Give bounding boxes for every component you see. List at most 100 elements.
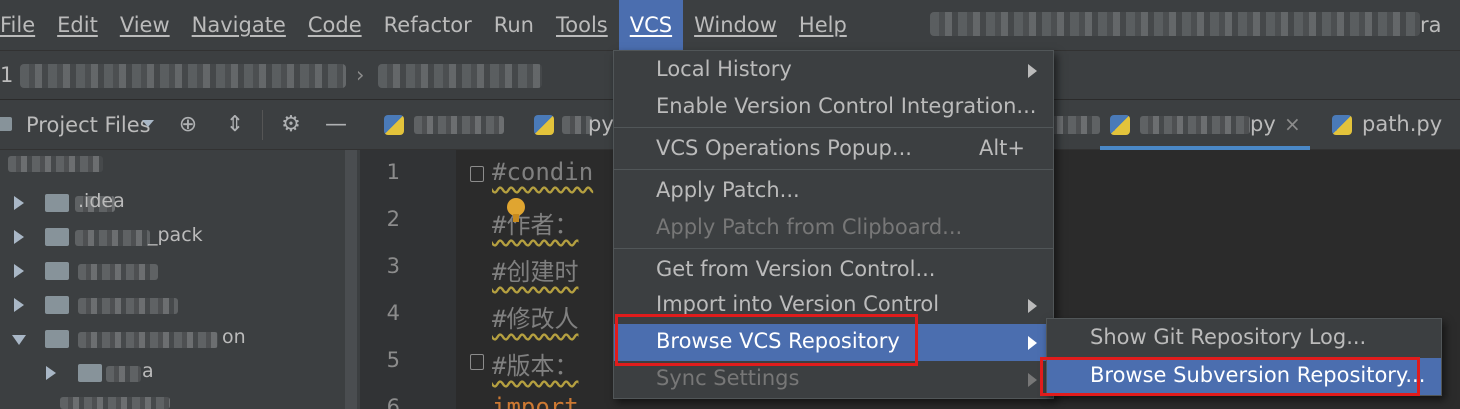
code-line[interactable]: import <box>492 393 579 409</box>
submenu-arrow-icon <box>1028 299 1037 313</box>
menu-navigate[interactable]: Navigate <box>181 0 297 50</box>
menu-item-shortcut: Alt+ <box>978 136 1025 160</box>
editor-tab[interactable]: path.py <box>1320 100 1460 150</box>
editor-tab[interactable] <box>380 100 520 150</box>
line-number: 1 <box>386 160 400 184</box>
tree-root-blurred[interactable] <box>8 156 103 172</box>
fold-icon[interactable] <box>470 354 484 370</box>
python-file-icon <box>1332 115 1352 135</box>
menu-item-import-into-vc[interactable]: Import into Version Control <box>614 287 1053 324</box>
expand-arrow-icon[interactable] <box>14 264 24 278</box>
expand-arrow-icon[interactable] <box>14 196 24 210</box>
menu-item-browse-vcs[interactable]: Browse VCS Repository <box>614 324 1053 361</box>
hide-panel-icon[interactable]: — <box>323 112 349 138</box>
code-line[interactable]: #condin <box>492 158 593 186</box>
expand-arrow-icon[interactable] <box>14 298 24 312</box>
browse-vcs-submenu: Show Git Repository Log... Browse Subver… <box>1046 318 1442 396</box>
line-number: 2 <box>386 207 400 231</box>
fold-icon[interactable] <box>470 166 484 182</box>
menu-window[interactable]: Window <box>683 0 788 50</box>
menu-item-local-history[interactable]: Local History <box>614 52 1053 89</box>
folder-icon <box>45 262 69 280</box>
breadcrumb-separator: › <box>356 63 365 87</box>
project-scrollbar[interactable] <box>345 150 357 409</box>
tree-item-label: _pack <box>148 224 203 246</box>
menu-code[interactable]: Code <box>297 0 373 50</box>
menu-item-browse-svn[interactable]: Browse Subversion Repository... <box>1047 358 1441 395</box>
active-tab-indicator <box>1100 146 1310 150</box>
line-number: 4 <box>386 301 400 325</box>
menu-run[interactable]: Run <box>483 0 545 50</box>
menu-item-label: Browse Subversion Repository... <box>1090 363 1426 387</box>
tree-item[interactable]: a <box>0 356 345 390</box>
menu-item-apply-patch[interactable]: Apply Patch... <box>614 173 1053 210</box>
menu-item-apply-patch-clipboard: Apply Patch from Clipboard... <box>614 210 1053 247</box>
menu-separator <box>614 248 1053 249</box>
window-title-tail: ra <box>1420 13 1442 37</box>
tree-item-blurred <box>78 332 218 348</box>
tree-item[interactable]: on <box>0 322 345 356</box>
menu-item-operations-popup[interactable]: VCS Operations Popup... Alt+ <box>614 131 1053 168</box>
menu-item-label: Browse VCS Repository <box>656 329 900 353</box>
editor-tab[interactable]: py <box>530 100 620 150</box>
menu-item-get-from-vc[interactable]: Get from Version Control... <box>614 252 1053 289</box>
menu-refactor[interactable]: Refactor <box>373 0 483 50</box>
tab-label: path.py <box>1362 112 1443 136</box>
python-file-icon <box>1110 115 1130 135</box>
tree-item-blurred[interactable] <box>60 397 170 409</box>
code-line[interactable]: #修改人 <box>492 299 578 334</box>
menu-help[interactable]: Help <box>788 0 858 50</box>
code-line[interactable]: #创建时 <box>492 252 578 287</box>
breadcrumb-file-blurred[interactable] <box>378 64 542 88</box>
chevron-down-icon[interactable] <box>142 120 154 127</box>
menu-view[interactable]: View <box>109 0 181 50</box>
project-view-selector[interactable]: Project Files <box>26 113 151 137</box>
menu-item-label: Enable Version Control Integration... <box>656 94 1037 118</box>
tree-item[interactable]: .idea <box>0 186 345 220</box>
folder-icon <box>45 296 69 314</box>
menu-file[interactable]: File <box>0 0 46 50</box>
close-icon[interactable]: × <box>1284 112 1301 136</box>
tree-item-label: .idea <box>78 190 125 212</box>
menu-item-git-log[interactable]: Show Git Repository Log... <box>1047 320 1441 357</box>
expand-arrow-icon[interactable] <box>14 230 24 244</box>
tree-item-blurred <box>106 366 141 382</box>
tree-item[interactable]: _pack <box>0 220 345 254</box>
tree-item-blurred <box>75 230 150 246</box>
breadcrumb-path-blurred[interactable] <box>20 64 346 88</box>
gear-icon[interactable]: ⚙ <box>278 112 304 138</box>
menu-item-sync-settings[interactable]: Sync Settings <box>614 361 1053 398</box>
menu-edit[interactable]: Edit <box>46 0 109 50</box>
menu-vcs[interactable]: VCS <box>618 0 684 50</box>
submenu-arrow-icon <box>1028 373 1037 387</box>
menu-item-label: Sync Settings <box>656 366 800 390</box>
locate-file-icon[interactable]: ⊕ <box>175 112 201 138</box>
folder-icon <box>0 117 12 131</box>
menu-item-label: Apply Patch... <box>656 178 800 202</box>
menu-item-label: Get from Version Control... <box>656 257 936 281</box>
submenu-arrow-icon <box>1028 64 1037 78</box>
tab-label-blurred <box>414 116 504 134</box>
expand-arrow-icon[interactable] <box>46 366 56 380</box>
code-line[interactable]: #作者： <box>492 205 578 240</box>
menu-item-enable-vci[interactable]: Enable Version Control Integration... <box>614 89 1053 126</box>
vcs-menu: Local History Enable Version Control Int… <box>613 50 1054 399</box>
tree-item[interactable] <box>0 254 345 288</box>
lightbulb-stem <box>513 214 519 222</box>
collapse-all-icon[interactable]: ⇕ <box>222 112 248 138</box>
collapse-arrow-icon[interactable] <box>12 335 26 345</box>
tree-item-blurred <box>78 298 178 314</box>
menu-tools[interactable]: Tools <box>545 0 619 50</box>
tab-label-blurred <box>1140 116 1250 134</box>
tree-item[interactable] <box>0 288 345 322</box>
tree-item-label: on <box>222 326 246 348</box>
editor-tab-active[interactable]: py × <box>1100 100 1310 150</box>
code-line[interactable]: #版本： <box>492 346 578 381</box>
tree-item-blurred <box>78 264 158 280</box>
folder-icon <box>78 364 102 382</box>
folder-icon <box>45 330 69 348</box>
menu-item-label: Import into Version Control <box>656 292 940 316</box>
menu-item-label: VCS Operations Popup... <box>656 136 912 160</box>
breadcrumb-root[interactable]: 1 <box>0 63 13 87</box>
folder-icon <box>45 194 69 212</box>
